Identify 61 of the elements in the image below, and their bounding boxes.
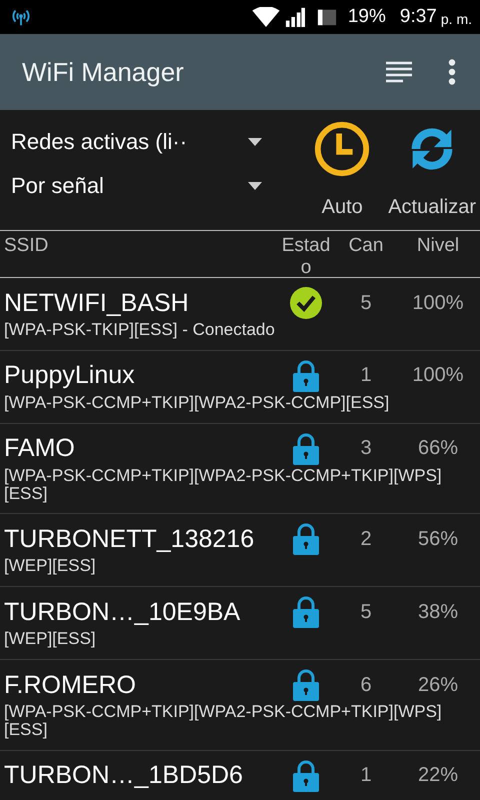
security-info: [WPA-PSK-CCMP+TKIP][WPA2-PSK-CCMP+TKIP][WPS][ESS] [3,466,443,502]
network-name: NETWIFI_BASH [3,288,190,318]
refresh-button[interactable]: Actualizar [384,110,480,219]
channel-number: 1 [359,764,373,788]
channel-number: 1 [359,364,373,388]
lock-icon [293,360,319,392]
network-name: TURBON…_10E9BA [3,598,242,627]
battery-icon [316,7,338,27]
network-row[interactable]: TURBON…_1BD5D6 1 22% [0,750,480,800]
network-name: TURBONETT_138216 [3,524,256,554]
lock-icon [293,523,319,556]
auto-button[interactable]: Auto [300,110,384,219]
signal-level: 66% [416,437,460,460]
lock-icon [293,669,319,702]
signal-level: 22% [416,764,460,788]
clock-icon [313,120,372,178]
lock-icon [293,432,319,465]
battery-percent: 19% [348,6,386,28]
column-header: SSID [3,235,50,258]
overflow-menu-icon[interactable] [448,59,456,85]
signal-level: 100% [411,292,465,314]
lock-icon [293,596,319,628]
column-header: Can [348,235,384,258]
app-title: WiFi Manager [22,56,185,88]
security-info: [WPA-PSK-CCMP+TKIP][WPA2-PSK-CCMP+TKIP][WPS][ESS] [3,703,443,739]
security-info: [WPA-PSK-CCMP+TKIP][WPA2-PSK-CCMP][ESS] [3,394,390,412]
list-icon[interactable] [386,61,412,83]
signal-level: 38% [416,600,460,624]
security-info: [WPA-PSK-TKIP][ESS] - Conectado [3,321,276,339]
security-info: [WEP][ESS] [3,557,97,576]
lock-icon [293,760,319,792]
channel-number: 3 [359,437,373,460]
signal-icon [284,7,306,27]
signal-level: 26% [416,674,460,697]
caret-icon [248,138,262,146]
wifi-icon [252,7,280,27]
signal-level: 56% [416,528,460,551]
network-row[interactable]: F.ROMERO 6 26% [WPA-PSK-CCMP+TKIP][WPA2-PSK-CCMP+TKIP][WPS][ESS] [0,660,480,751]
channel-number: 5 [359,292,373,314]
channel-number: 6 [359,674,373,697]
signal-level: 100% [411,364,465,388]
dropdown[interactable]: Por señal [0,164,300,208]
network-row[interactable]: FAMO 3 66% [WPA-PSK-CCMP+TKIP][WPA2-PSK-CCMP+TKIP][WPS][ESS] [0,424,480,514]
network-row[interactable]: TURBONETT_138216 2 56% [WEP][ESS] [0,514,480,588]
dropdown[interactable]: Redes activas (li·· [0,120,300,164]
check-icon [290,287,322,319]
security-info: [WEP][ESS] [3,630,97,648]
column-header: Nivel [416,235,460,258]
clock-time: 9:37 [400,6,437,28]
network-name: PuppyLinux [3,361,136,390]
channel-number: 5 [359,600,373,624]
network-row[interactable]: TURBON…_10E9BA 5 38% [WEP][ESS] [0,587,480,660]
network-name: F.ROMERO [3,670,137,700]
column-header: Estado [281,235,331,279]
network-row[interactable]: PuppyLinux 1 100% [WPA-PSK-CCMP+TKIP][WPA2-PSK-CCMP][ESS] [0,350,480,424]
channel-number: 2 [359,528,373,551]
caret-icon [248,182,262,190]
network-row[interactable]: NETWIFI_BASH 5 100% [WPA-PSK-TKIP][ESS] - Conectado [0,278,480,351]
clock-period: p. m. [440,11,472,27]
network-name: FAMO [3,434,76,464]
network-name: TURBON…_1BD5D6 [3,761,244,790]
